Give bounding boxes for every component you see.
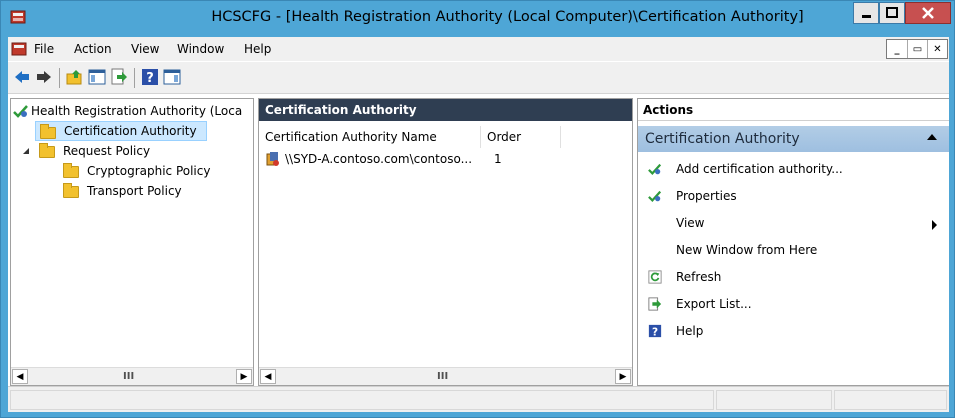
action-label: Help — [676, 324, 704, 338]
show-hide-tree-icon[interactable] — [88, 68, 106, 86]
column-header-ca-name[interactable]: Certification Authority Name — [259, 126, 481, 148]
action-label: Add certification authority... — [676, 162, 843, 176]
mmc-window: HCSCFG - [Health Registration Authority … — [0, 0, 955, 418]
submenu-arrow-icon — [932, 220, 937, 230]
results-horizontal-scrollbar[interactable]: ◀ III ▶ — [259, 367, 632, 385]
refresh-icon — [648, 270, 662, 284]
action-label: View — [676, 216, 705, 230]
actions-section-label: Certification Authority — [645, 131, 800, 147]
collapse-triangle-icon[interactable] — [21, 147, 31, 155]
up-folder-icon[interactable] — [66, 68, 84, 86]
menu-window[interactable]: Window — [177, 42, 224, 56]
minimize-button[interactable] — [853, 2, 879, 24]
forward-arrow-icon[interactable] — [35, 68, 53, 86]
toolbar: ? — [8, 61, 949, 94]
scroll-left-button[interactable]: ◀ — [12, 369, 28, 384]
mdi-controls: _ ▭ ✕ — [886, 39, 948, 59]
main-content: Health Registration Authority (Loca Cert… — [8, 94, 949, 386]
export-list-icon — [648, 297, 662, 311]
column-header-order[interactable]: Order — [481, 126, 561, 148]
menu-action[interactable]: Action — [74, 42, 112, 56]
menu-help[interactable]: Help — [244, 42, 271, 56]
action-view[interactable]: View — [638, 212, 949, 236]
scroll-right-button[interactable]: ▶ — [615, 369, 631, 384]
actions-pane: Actions Certification Authority Add cert… — [637, 98, 949, 386]
tree-item-label: Transport Policy — [87, 184, 182, 198]
tree-item-label: Cryptographic Policy — [87, 164, 211, 178]
ca-name-cell: \\SYD-A.contoso.com\contoso... — [285, 152, 473, 166]
tree-item-certification-authority[interactable]: Certification Authority — [35, 121, 207, 141]
mdi-minimize-button[interactable]: _ — [887, 40, 907, 58]
action-new-window-from-here[interactable]: New Window from Here — [638, 239, 949, 263]
svg-text:?: ? — [652, 326, 658, 338]
action-export-list[interactable]: Export List... — [638, 293, 949, 317]
menu-file[interactable]: File — [34, 42, 54, 56]
console-menu-icon[interactable] — [11, 41, 27, 57]
hra-icon — [13, 105, 28, 118]
action-help[interactable]: ? Help — [638, 320, 949, 344]
scroll-left-button[interactable]: ◀ — [260, 369, 276, 384]
mdi-restore-button[interactable]: ▭ — [907, 40, 927, 58]
console-tree: Health Registration Authority (Loca Cert… — [10, 98, 254, 386]
folder-icon — [63, 183, 79, 198]
tree-root-label: Health Registration Authority (Loca — [31, 104, 243, 118]
actions-section-header[interactable]: Certification Authority — [638, 126, 949, 152]
tree-item-label: Certification Authority — [64, 124, 197, 138]
folder-icon — [40, 124, 56, 139]
order-cell: 1 — [494, 152, 502, 166]
export-list-icon[interactable] — [110, 68, 128, 86]
close-button[interactable] — [905, 2, 951, 24]
toolbar-separator — [59, 68, 60, 88]
action-refresh[interactable]: Refresh — [638, 266, 949, 290]
collapse-caret-icon[interactable] — [927, 134, 937, 140]
toolbar-separator — [134, 68, 135, 88]
back-arrow-icon[interactable] — [13, 68, 31, 86]
tree-horizontal-scrollbar[interactable]: ◀ III ▶ — [11, 367, 253, 385]
certificate-server-icon — [266, 152, 279, 166]
action-add-certification-authority[interactable]: Add certification authority... — [638, 158, 949, 182]
status-cell-main — [10, 390, 714, 410]
help-icon: ? — [648, 324, 662, 338]
mdi-close-button[interactable]: ✕ — [927, 40, 947, 58]
action-label: Refresh — [676, 270, 722, 284]
properties-icon — [648, 190, 662, 202]
scroll-thumb[interactable]: III — [437, 371, 448, 382]
status-cell — [834, 390, 947, 410]
svg-text:?: ? — [146, 71, 154, 86]
minimize-icon — [862, 15, 871, 18]
menu-view[interactable]: View — [131, 42, 159, 56]
folder-icon — [39, 143, 55, 158]
action-properties[interactable]: Properties — [638, 185, 949, 209]
window-title: HCSCFG - [Health Registration Authority … — [211, 9, 804, 25]
status-bar — [8, 386, 949, 412]
close-icon — [922, 7, 934, 19]
title-bar[interactable]: HCSCFG - [Health Registration Authority … — [1, 1, 954, 35]
maximize-button[interactable] — [879, 2, 905, 24]
results-pane: Certification Authority Certification Au… — [258, 98, 633, 386]
results-pane-title: Certification Authority — [259, 99, 632, 121]
menu-bar: File Action View Window Help _ ▭ ✕ — [8, 37, 949, 61]
actions-pane-title: Actions — [638, 99, 949, 121]
folder-icon — [63, 163, 79, 178]
scroll-thumb[interactable]: III — [123, 371, 134, 382]
help-icon[interactable]: ? — [141, 68, 159, 86]
action-label: Export List... — [676, 297, 752, 311]
scroll-right-button[interactable]: ▶ — [236, 369, 252, 384]
table-row[interactable]: \\SYD-A.contoso.com\contoso... 1 — [265, 150, 565, 170]
action-label: Properties — [676, 189, 737, 203]
maximize-icon — [886, 7, 898, 18]
show-hide-action-pane-icon[interactable] — [163, 68, 181, 86]
add-ca-icon — [648, 163, 662, 175]
status-cell — [716, 390, 832, 410]
action-label: New Window from Here — [676, 243, 818, 257]
tree-item-label: Request Policy — [63, 144, 151, 158]
